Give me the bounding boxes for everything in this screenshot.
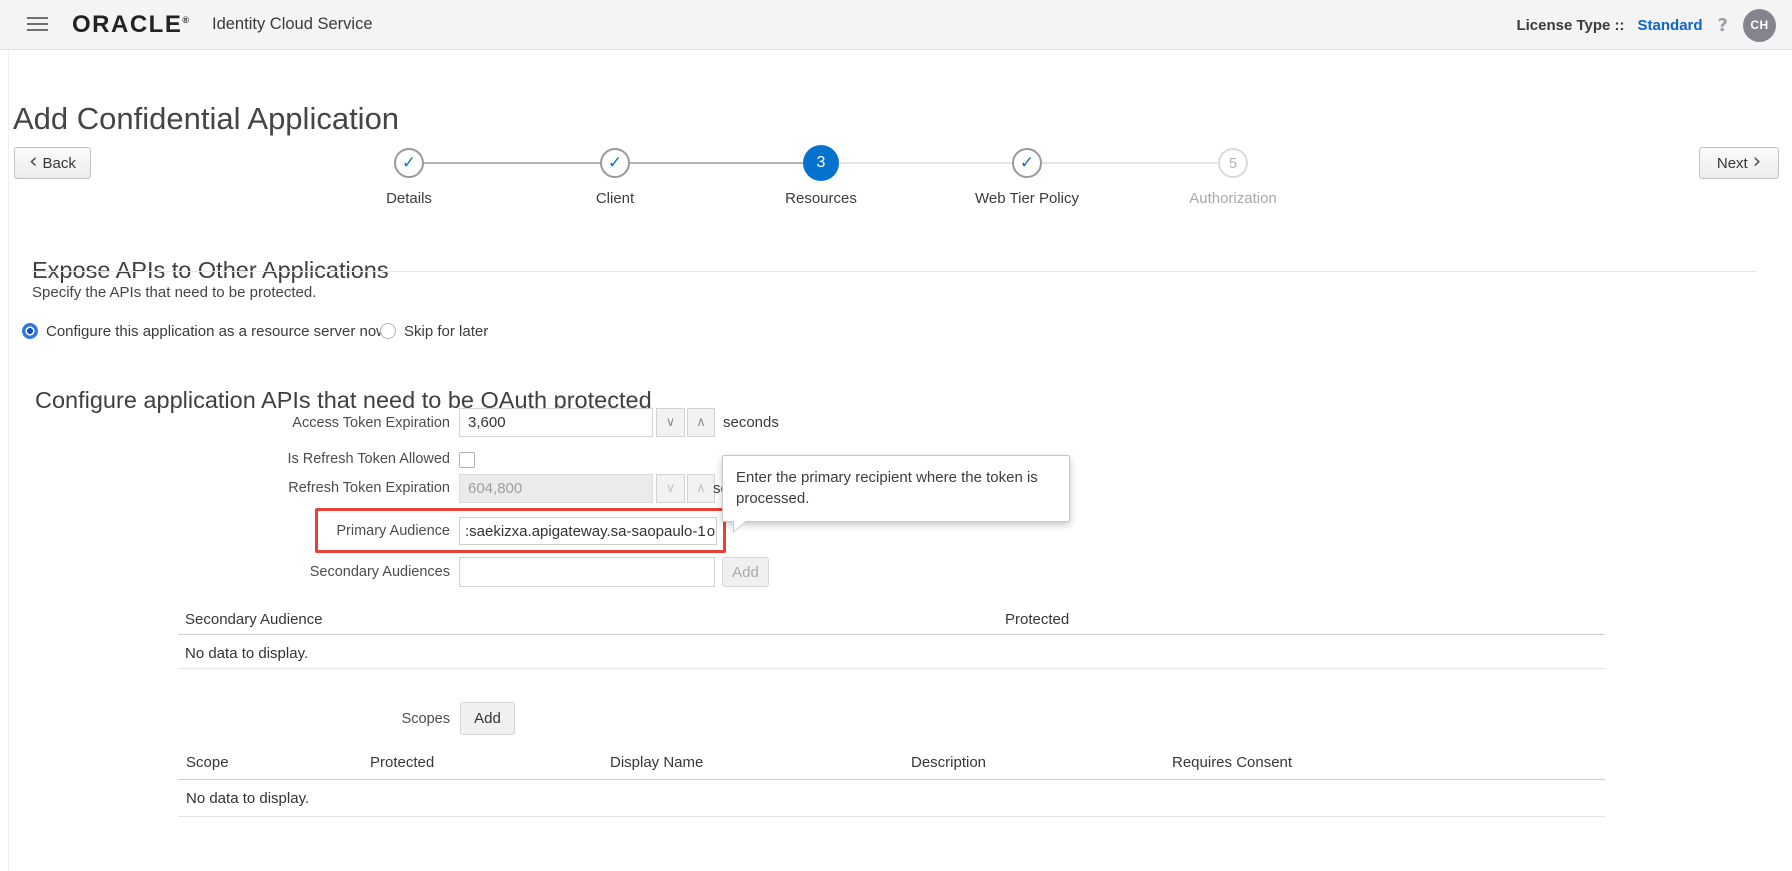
wizard-step-authorization-label: Authorization xyxy=(1189,190,1277,207)
license-type-label: License Type :: xyxy=(1516,16,1625,34)
top-bar: ORACLE® Identity Cloud Service License T… xyxy=(0,0,1792,50)
scopes-label: Scopes xyxy=(401,711,450,727)
scopes-table-empty-message: No data to display. xyxy=(186,790,310,807)
access-token-expiration-input[interactable]: 3,600 xyxy=(459,408,653,437)
chevron-up-icon: ∧ xyxy=(696,481,706,496)
oracle-logo-text: ORACLE xyxy=(72,11,183,38)
wizard-step-web-tier-policy-label: Web Tier Policy xyxy=(975,190,1079,207)
primary-audience-value-before-caret: :saekizxa.apigateway.sa-saopaulo-1 xyxy=(465,522,706,540)
refresh-token-step-down-button: ∨ xyxy=(656,474,685,503)
refresh-token-expiration-label: Refresh Token Expiration xyxy=(288,480,450,496)
table-divider xyxy=(178,668,1605,669)
back-chevron-icon: ‹ xyxy=(29,148,38,173)
tooltip-text: Enter the primary recipient where the to… xyxy=(736,469,1038,507)
primary-audience-input[interactable]: :saekizxa.apigateway.sa-saopaulo-1 o xyxy=(459,517,717,545)
table-divider xyxy=(178,634,1605,635)
avatar[interactable]: CH xyxy=(1743,8,1776,42)
next-button[interactable]: Next › xyxy=(1699,147,1779,179)
access-token-step-down-button[interactable]: ∨ xyxy=(656,408,685,437)
wizard-step-details-label: Details xyxy=(386,190,432,207)
primary-audience-value-after-caret: o xyxy=(706,522,716,540)
wizard-step-details-circle[interactable]: ✓ xyxy=(394,148,424,178)
page-title: Add Confidential Application xyxy=(13,100,400,136)
primary-audience-tooltip: Enter the primary recipient where the to… xyxy=(722,455,1070,533)
back-button[interactable]: ‹ Back xyxy=(14,147,91,179)
add-button-label: Add xyxy=(732,563,759,581)
hamburger-bars xyxy=(27,17,48,19)
secondary-audience-column-header: Secondary Audience xyxy=(185,611,323,628)
add-button-label: Add xyxy=(474,710,501,727)
table-divider xyxy=(178,816,1605,817)
section-divider xyxy=(32,271,1757,272)
secondary-audiences-input[interactable] xyxy=(459,557,715,587)
access-token-expiration-label: Access Token Expiration xyxy=(292,415,450,431)
radio-configure-resource-server-label[interactable]: Configure this application as a resource… xyxy=(46,323,387,340)
registered-mark: ® xyxy=(182,15,189,25)
secondary-audiences-label: Secondary Audiences xyxy=(309,564,450,580)
wizard-step-resources-circle[interactable]: 3 xyxy=(803,145,839,181)
chevron-down-icon: ∨ xyxy=(665,481,676,496)
access-token-expiration-value: 3,600 xyxy=(468,414,506,431)
access-token-unit: seconds xyxy=(723,414,779,431)
protected-column-header: Protected xyxy=(370,754,435,771)
refresh-token-step-up-button: ∧ xyxy=(687,474,715,503)
display-name-column-header: Display Name xyxy=(610,754,704,771)
wizard-step-authorization-circle[interactable]: 5 xyxy=(1218,148,1248,178)
content-left-divider xyxy=(8,50,9,871)
product-name: Identity Cloud Service xyxy=(212,15,373,33)
secondary-audiences-add-button: Add xyxy=(722,557,769,587)
description-column-header: Description xyxy=(911,754,987,771)
check-icon: ✓ xyxy=(401,152,417,173)
access-token-step-up-button[interactable]: ∧ xyxy=(687,408,715,437)
oracle-logo: ORACLE® xyxy=(72,11,189,39)
hamburger-menu-icon[interactable] xyxy=(27,14,49,34)
back-button-label: Back xyxy=(42,154,76,172)
is-refresh-token-allowed-label: Is Refresh Token Allowed xyxy=(287,451,450,467)
topbar-right-cluster: License Type :: Standard ? CH xyxy=(1516,0,1776,50)
protected-column-header: Protected xyxy=(1005,611,1070,628)
radio-skip-for-later-label[interactable]: Skip for later xyxy=(404,323,488,340)
check-icon: ✓ xyxy=(1019,152,1035,173)
check-icon: ✓ xyxy=(607,152,623,173)
tooltip-tail xyxy=(734,520,747,531)
wizard-step-client-circle[interactable]: ✓ xyxy=(600,148,630,178)
scopes-add-button[interactable]: Add xyxy=(460,702,515,735)
refresh-token-expiration-input: 604,800 xyxy=(459,474,653,503)
expose-apis-heading: Expose APIs to Other Applications xyxy=(32,256,389,283)
wizard-step-number: 5 xyxy=(1228,154,1238,172)
next-chevron-icon: › xyxy=(1752,148,1762,173)
help-icon[interactable]: ? xyxy=(1716,15,1730,36)
license-type-value-link[interactable]: Standard xyxy=(1638,17,1703,34)
is-refresh-token-allowed-checkbox[interactable] xyxy=(459,452,475,468)
next-button-label: Next xyxy=(1716,154,1748,172)
wizard-step-web-tier-policy-circle[interactable]: ✓ xyxy=(1012,148,1042,178)
chevron-up-icon: ∧ xyxy=(696,415,706,430)
radio-skip-for-later[interactable] xyxy=(380,323,396,339)
primary-audience-label: Primary Audience xyxy=(336,523,450,539)
wizard-step-resources-label: Resources xyxy=(785,190,857,207)
requires-consent-column-header: Requires Consent xyxy=(1172,754,1293,771)
app-root: ORACLE® Identity Cloud Service License T… xyxy=(0,0,1792,871)
scope-column-header: Scope xyxy=(186,754,229,771)
radio-configure-resource-server[interactable] xyxy=(22,323,38,339)
refresh-token-expiration-value: 604,800 xyxy=(468,480,523,497)
wizard-step-number: 3 xyxy=(816,154,826,171)
secondary-audience-table-empty-message: No data to display. xyxy=(185,645,309,662)
wizard-step-client-label: Client xyxy=(595,190,635,207)
chevron-down-icon: ∨ xyxy=(665,415,676,430)
expose-apis-description: Specify the APIs that need to be protect… xyxy=(32,284,317,301)
table-divider xyxy=(178,779,1605,780)
